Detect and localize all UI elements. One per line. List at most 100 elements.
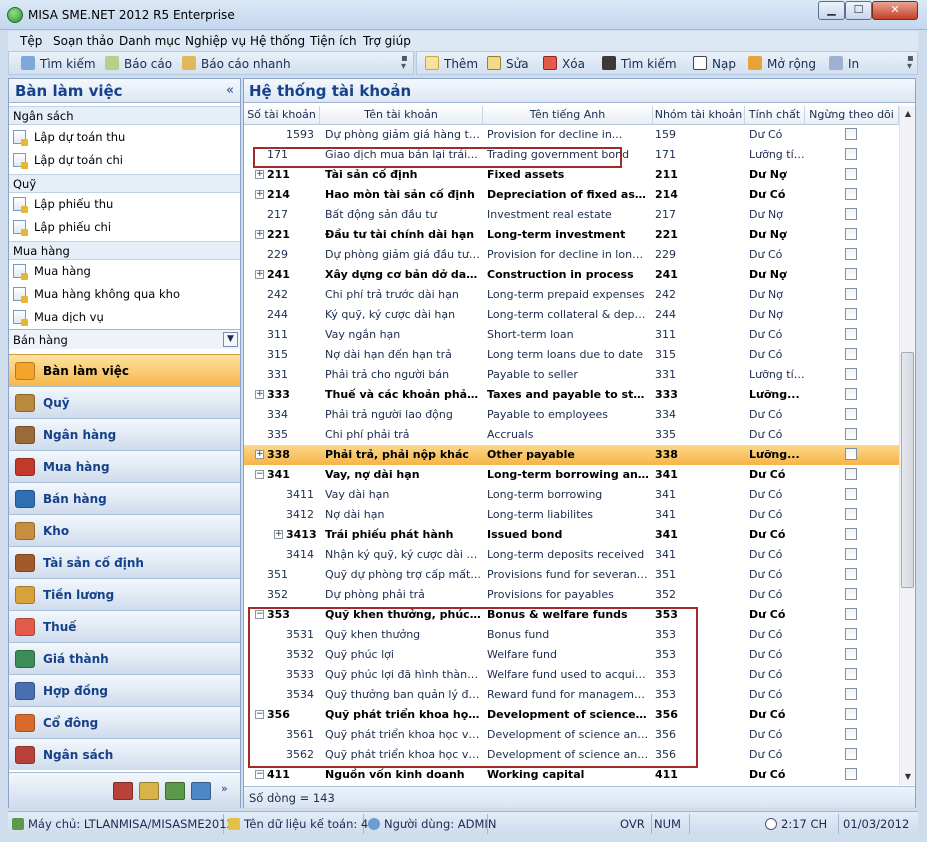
table-row[interactable]: 315 Nợ dài hạn đến hạn trả Long term loans…: [244, 345, 899, 365]
stop-tracking-checkbox[interactable]: [845, 708, 857, 720]
group-select[interactable]: Bán hàng ▼: [9, 329, 240, 349]
column-english-name[interactable]: Tên tiếng Anh: [483, 106, 653, 125]
collapse-row-icon[interactable]: −: [255, 470, 264, 479]
reload-button[interactable]: Nạp: [693, 56, 736, 71]
task-purchase-service[interactable]: Mua dịch vụ: [13, 310, 104, 330]
stop-tracking-checkbox[interactable]: [845, 768, 857, 780]
table-row[interactable]: 335 Chi phí phải trả Accruals 335 Dư Có: [244, 425, 899, 445]
stop-tracking-checkbox[interactable]: [845, 488, 857, 500]
stop-tracking-checkbox[interactable]: [845, 668, 857, 680]
minimize-button[interactable]: ▁: [818, 1, 845, 20]
keys-icon[interactable]: [139, 782, 159, 800]
stop-tracking-checkbox[interactable]: [845, 688, 857, 700]
nav-bank[interactable]: Ngân hàng: [9, 418, 240, 450]
scroll-thumb[interactable]: [901, 352, 914, 588]
book-icon[interactable]: [113, 782, 133, 800]
vertical-scrollbar[interactable]: ▲ ▼: [899, 106, 915, 785]
table-row[interactable]: +211 Tài sản cố định Fixed assets 211 Dư Nợ: [244, 165, 899, 185]
table-row[interactable]: 3414 Nhận ký quỹ, ký cược dài hạn Long-ter…: [244, 545, 899, 565]
table-row[interactable]: +214 Hao mòn tài sản cố định Depreciation …: [244, 185, 899, 205]
stop-tracking-checkbox[interactable]: [845, 628, 857, 640]
table-row[interactable]: 352 Dự phòng phải trả Provisions for payab…: [244, 585, 899, 605]
column-account-group[interactable]: Nhóm tài khoản: [653, 106, 745, 125]
stop-tracking-checkbox[interactable]: [845, 348, 857, 360]
books-icon[interactable]: [165, 782, 185, 800]
menu-operations[interactable]: Nghiệp vụ: [185, 34, 246, 48]
print-button[interactable]: In: [829, 56, 859, 71]
checklist-icon[interactable]: [191, 782, 211, 800]
edit-button[interactable]: Sửa: [487, 56, 529, 71]
table-row[interactable]: 171 Giao dịch mua bán lại trái... Trading …: [244, 145, 899, 165]
expand-row-icon[interactable]: +: [255, 190, 264, 199]
table-row[interactable]: 331 Phải trả cho người bán Payable to sell…: [244, 365, 899, 385]
column-nature[interactable]: Tính chất: [745, 106, 805, 125]
stop-tracking-checkbox[interactable]: [845, 468, 857, 480]
scroll-down-icon[interactable]: ▼: [900, 769, 916, 785]
table-row[interactable]: 3531 Quỹ khen thưởng Bonus fund 353 Dư Có: [244, 625, 899, 645]
task-receipt[interactable]: Lập phiếu thu: [13, 197, 113, 217]
menu-catalog[interactable]: Danh mục: [119, 34, 181, 48]
collapse-pane-icon[interactable]: «: [226, 83, 234, 98]
table-row[interactable]: 3562 Quỹ phát triển khoa học và... Develop…: [244, 745, 899, 765]
expand-row-icon[interactable]: +: [255, 390, 264, 399]
table-row[interactable]: 229 Dự phòng giảm giá đầu tư tài... Provis…: [244, 245, 899, 265]
stop-tracking-checkbox[interactable]: [845, 648, 857, 660]
collapse-row-icon[interactable]: −: [255, 710, 264, 719]
table-row[interactable]: −356Quỹ phát triển khoa học và...Develop…: [244, 705, 899, 725]
table-row[interactable]: 1593 Dự phòng giảm giá hàng tồn... Provisi…: [244, 125, 899, 145]
nav-shareholder[interactable]: Cổ đông: [9, 706, 240, 738]
stop-tracking-checkbox[interactable]: [845, 268, 857, 280]
more-options-icon[interactable]: »: [221, 782, 228, 795]
stop-tracking-checkbox[interactable]: [845, 608, 857, 620]
stop-tracking-checkbox[interactable]: [845, 308, 857, 320]
table-row[interactable]: −353 Quỹ khen thưởng, phúc lợi Bonus & wel…: [244, 605, 899, 625]
expand-row-icon[interactable]: +: [274, 530, 283, 539]
nav-salary[interactable]: Tiền lương: [9, 578, 240, 610]
stop-tracking-checkbox[interactable]: [845, 548, 857, 560]
menu-edit[interactable]: Soạn thảo: [53, 34, 114, 48]
toolbar-grip[interactable]: ▪ ▾: [907, 54, 915, 72]
expand-row-icon[interactable]: +: [255, 230, 264, 239]
table-row[interactable]: 3532 Quỹ phúc lợi Welfare fund 353 Dư Có: [244, 645, 899, 665]
table-row[interactable]: −411 Nguồn vốn kinh doanh Working capital 4…: [244, 765, 899, 785]
stop-tracking-checkbox[interactable]: [845, 448, 857, 460]
table-row[interactable]: 3534 Quỹ thưởng ban quản lý điều... Reward…: [244, 685, 899, 705]
expand-row-icon[interactable]: +: [255, 450, 264, 459]
menu-help[interactable]: Trợ giúp: [363, 34, 411, 48]
search-button[interactable]: Tìm kiếm: [21, 56, 96, 71]
nav-sales[interactable]: Bán hàng: [9, 482, 240, 514]
menu-system[interactable]: Hệ thống: [250, 34, 305, 48]
task-purchase-no-stock[interactable]: Mua hàng không qua kho: [13, 287, 180, 307]
stop-tracking-checkbox[interactable]: [845, 168, 857, 180]
stop-tracking-checkbox[interactable]: [845, 728, 857, 740]
table-row[interactable]: 3411 Vay dài hạn Long-term borrowing 341 Dư …: [244, 485, 899, 505]
chevron-down-icon[interactable]: ▼: [223, 332, 238, 347]
stop-tracking-checkbox[interactable]: [845, 288, 857, 300]
nav-contract[interactable]: Hợp đồng: [9, 674, 240, 706]
delete-button[interactable]: Xóa: [543, 56, 585, 71]
task-budget-expense[interactable]: Lập dự toán chi: [13, 153, 123, 173]
task-budget-revenue[interactable]: Lập dự toán thu: [13, 130, 125, 150]
scroll-up-icon[interactable]: ▲: [900, 106, 916, 122]
table-row[interactable]: 351 Quỹ dự phòng trợ cấp mất... Provisions…: [244, 565, 899, 585]
nav-desktop[interactable]: Bàn làm việc: [9, 354, 240, 386]
column-stop-tracking[interactable]: Ngừng theo dõi: [805, 106, 899, 125]
collapse-row-icon[interactable]: −: [255, 610, 264, 619]
stop-tracking-checkbox[interactable]: [845, 128, 857, 140]
stop-tracking-checkbox[interactable]: [845, 208, 857, 220]
nav-cash[interactable]: Quỹ: [9, 386, 240, 418]
table-row[interactable]: 3533 Quỹ phúc lợi đã hình thành... Welfare…: [244, 665, 899, 685]
table-row[interactable]: 217 Bất động sản đầu tư Investment real es…: [244, 205, 899, 225]
menu-utilities[interactable]: Tiện ích: [310, 34, 357, 48]
table-row[interactable]: 244 Ký quỹ, ký cược dài hạn Long-term coll…: [244, 305, 899, 325]
stop-tracking-checkbox[interactable]: [845, 528, 857, 540]
nav-warehouse[interactable]: Kho: [9, 514, 240, 546]
maximize-button[interactable]: ☐: [845, 1, 872, 20]
expand-row-icon[interactable]: +: [255, 170, 264, 179]
nav-purchase[interactable]: Mua hàng: [9, 450, 240, 482]
column-account-number[interactable]: Số tài khoản: [244, 106, 320, 125]
nav-fixed-asset[interactable]: Tài sản cố định: [9, 546, 240, 578]
close-button[interactable]: ✕: [872, 1, 918, 20]
table-row[interactable]: 3561 Quỹ phát triển khoa học và... Develop…: [244, 725, 899, 745]
column-account-name[interactable]: Tên tài khoản: [320, 106, 483, 125]
